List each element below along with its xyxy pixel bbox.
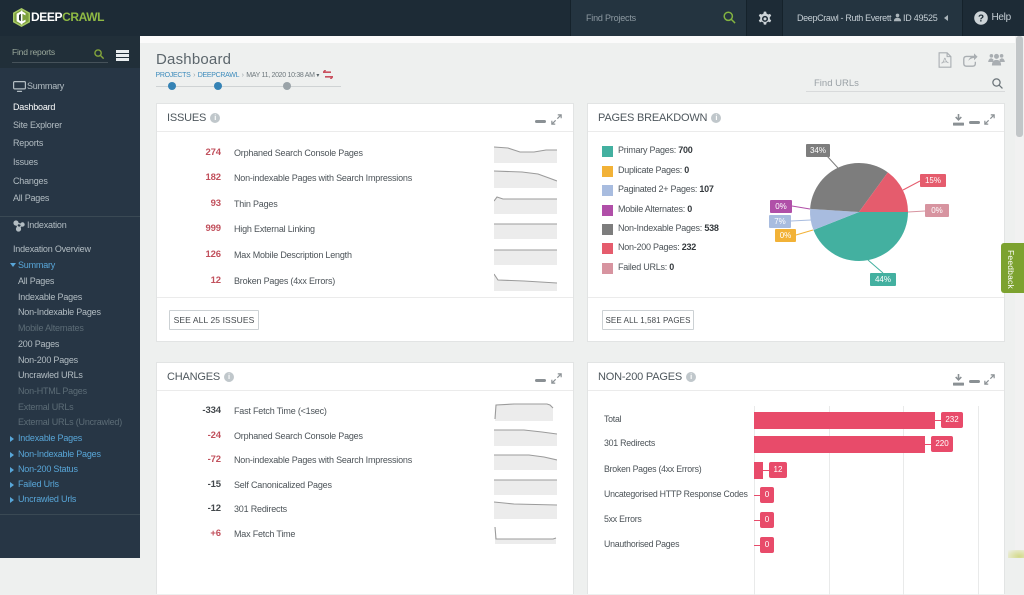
svg-text:?: ?: [978, 14, 984, 25]
